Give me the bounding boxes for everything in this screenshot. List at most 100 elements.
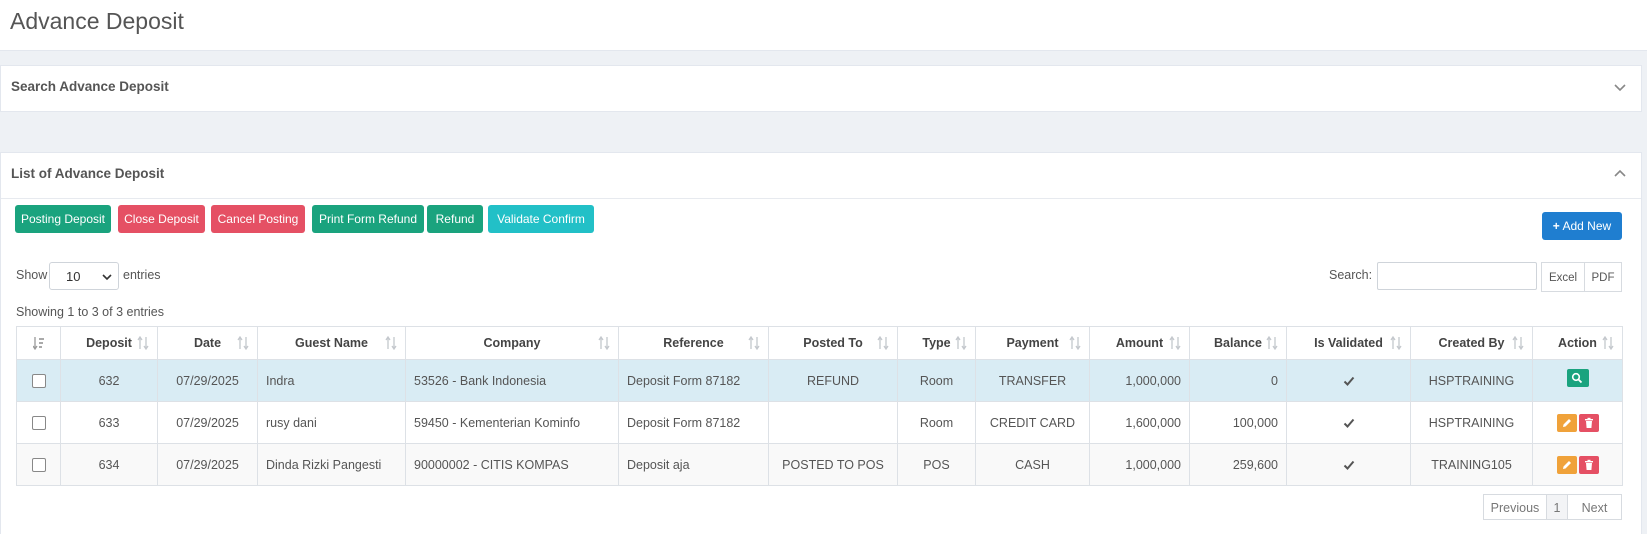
sort-icon <box>1390 336 1402 350</box>
balance-cell: 259,600 <box>1189 443 1287 486</box>
action-cell <box>1532 401 1623 444</box>
col-deposit-header[interactable]: Deposit <box>60 326 158 360</box>
print-form-refund-button[interactable]: Print Form Refund <box>312 205 424 233</box>
deposit-table: Deposit Date Guest Name Company Referenc… <box>16 326 1623 486</box>
action-cell <box>1532 443 1623 486</box>
entries-length-value: 10 <box>66 269 81 284</box>
row-checkbox[interactable] <box>31 415 46 430</box>
sort-icon <box>137 336 149 350</box>
is-validated-cell <box>1286 443 1411 486</box>
close-deposit-button[interactable]: Close Deposit <box>118 205 205 233</box>
row-checkbox[interactable] <box>31 373 46 388</box>
company-cell: 59450 - Kementerian Kominfo <box>405 401 619 444</box>
table-row[interactable]: 634 07/29/2025 Dinda Rizki Pangesti 9000… <box>16 443 1623 486</box>
sort-icon <box>955 336 967 350</box>
view-button[interactable] <box>1566 369 1589 388</box>
sort-icon <box>598 336 610 350</box>
col-company-header[interactable]: Company <box>405 326 619 360</box>
sort-icon <box>385 336 397 350</box>
search-icon <box>1571 373 1582 384</box>
sort-amount-icon <box>33 337 44 350</box>
created-by-cell: HSPTRAINING <box>1410 401 1533 444</box>
search-panel-title[interactable]: Search Advance Deposit <box>11 79 169 94</box>
col-is-validated-header[interactable]: Is Validated <box>1286 326 1411 360</box>
posted-to-cell: REFUND <box>768 359 898 402</box>
created-by-cell: HSPTRAINING <box>1410 359 1533 402</box>
col-amount-header[interactable]: Amount <box>1089 326 1190 360</box>
trash-icon <box>1584 459 1593 470</box>
payment-cell: CASH <box>975 443 1090 486</box>
delete-button[interactable] <box>1578 455 1599 474</box>
posted-to-cell <box>768 401 898 444</box>
is-validated-cell <box>1286 359 1411 402</box>
add-new-label: Add New <box>1562 219 1612 233</box>
action-cell <box>1532 359 1623 402</box>
page-header: Advance Deposit <box>0 0 1647 51</box>
edit-button[interactable] <box>1556 413 1577 432</box>
reference-cell: Deposit aja <box>618 443 769 486</box>
guest-name-cell: rusy dani <box>257 401 406 444</box>
chevron-down-icon <box>102 274 112 281</box>
page-1-button[interactable]: 1 <box>1546 494 1568 520</box>
row-checkbox-cell[interactable] <box>16 401 61 444</box>
delete-button[interactable] <box>1578 413 1599 432</box>
sort-icon <box>1266 336 1278 350</box>
table-row[interactable]: 633 07/29/2025 rusy dani 59450 - Kemente… <box>16 401 1623 444</box>
sort-icon <box>1602 336 1614 350</box>
row-checkbox[interactable] <box>31 457 46 472</box>
panel-divider <box>1 198 1641 199</box>
col-balance-header[interactable]: Balance <box>1189 326 1287 360</box>
row-checkbox-cell[interactable] <box>16 443 61 486</box>
edit-button[interactable] <box>1556 455 1577 474</box>
col-created-by-header[interactable]: Created By <box>1410 326 1533 360</box>
page-title: Advance Deposit <box>10 8 184 34</box>
chevron-up-icon[interactable] <box>1613 167 1627 181</box>
type-cell: Room <box>897 401 976 444</box>
search-input[interactable] <box>1377 262 1537 290</box>
cancel-posting-button[interactable]: Cancel Posting <box>211 205 305 233</box>
list-panel-title[interactable]: List of Advance Deposit <box>11 166 164 181</box>
deposit-cell: 632 <box>60 359 158 402</box>
pdf-export-button[interactable]: PDF <box>1584 262 1622 292</box>
posting-deposit-button[interactable]: Posting Deposit <box>15 205 111 233</box>
col-action-header[interactable]: Action <box>1532 326 1623 360</box>
type-cell: POS <box>897 443 976 486</box>
previous-page-button[interactable]: Previous <box>1483 494 1547 520</box>
row-checkbox-cell[interactable] <box>16 359 61 402</box>
posted-to-cell: POSTED TO POS <box>768 443 898 486</box>
is-validated-cell <box>1286 401 1411 444</box>
show-label: Show <box>16 268 48 282</box>
chevron-down-icon[interactable] <box>1613 80 1627 94</box>
amount-cell: 1,000,000 <box>1089 443 1190 486</box>
type-cell: Room <box>897 359 976 402</box>
table-header-row: Deposit Date Guest Name Company Referenc… <box>16 326 1623 360</box>
excel-export-button[interactable]: Excel <box>1541 262 1585 292</box>
next-page-button[interactable]: Next <box>1567 494 1622 520</box>
col-reference-header[interactable]: Reference <box>618 326 769 360</box>
pencil-icon <box>1562 418 1571 427</box>
sort-icon <box>748 336 760 350</box>
select-all-header[interactable] <box>16 326 61 360</box>
col-type-header[interactable]: Type <box>897 326 976 360</box>
col-guest-name-header[interactable]: Guest Name <box>257 326 406 360</box>
col-date-header[interactable]: Date <box>157 326 258 360</box>
sort-icon <box>237 336 249 350</box>
company-cell: 90000002 - CITIS KOMPAS <box>405 443 619 486</box>
balance-cell: 0 <box>1189 359 1287 402</box>
sort-icon <box>1512 336 1524 350</box>
add-new-button[interactable]: + Add New <box>1542 212 1622 240</box>
search-panel[interactable]: Search Advance Deposit <box>0 65 1642 112</box>
entries-length-select[interactable]: 10 <box>49 262 119 290</box>
refund-button[interactable]: Refund <box>427 205 483 233</box>
deposit-cell: 633 <box>60 401 158 444</box>
pencil-icon <box>1562 460 1571 469</box>
validate-confirm-button[interactable]: Validate Confirm <box>488 205 594 233</box>
col-payment-header[interactable]: Payment <box>975 326 1090 360</box>
deposit-cell: 634 <box>60 443 158 486</box>
col-posted-to-header[interactable]: Posted To <box>768 326 898 360</box>
created-by-cell: TRAINING105 <box>1410 443 1533 486</box>
guest-name-cell: Indra <box>257 359 406 402</box>
date-cell: 07/29/2025 <box>157 443 258 486</box>
table-row[interactable]: 632 07/29/2025 Indra 53526 - Bank Indone… <box>16 359 1623 402</box>
reference-cell: Deposit Form 87182 <box>618 401 769 444</box>
